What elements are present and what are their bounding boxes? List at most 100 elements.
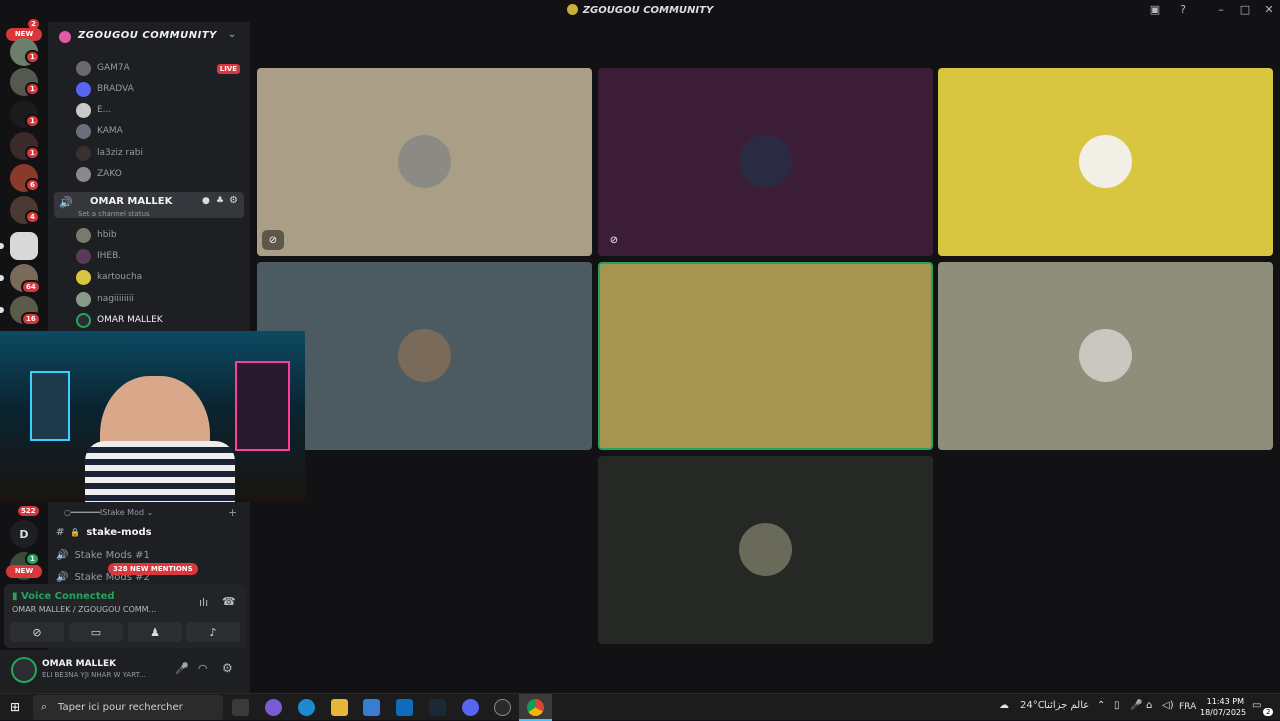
window-title-text: ZGOUGOU COMMUNITY	[582, 5, 714, 16]
user-panel: OMAR MALLEK ELI BE3NA YJI NHAR W YART...…	[0, 650, 250, 693]
headphones-icon[interactable]: ◠	[198, 662, 208, 675]
camera-off-button[interactable]: ⊘	[10, 622, 64, 642]
voice-member[interactable]: E...	[76, 100, 111, 120]
outlook-icon[interactable]	[396, 699, 413, 716]
voice-member[interactable]: BRADVA	[76, 79, 134, 99]
microphone-icon[interactable]: 🎤	[175, 662, 189, 675]
arcade-cabinet	[30, 371, 70, 441]
participant-tile[interactable]	[257, 262, 592, 450]
webcam-stream-overlay[interactable]	[0, 331, 305, 502]
new-pill-bottom[interactable]: NEW	[6, 565, 42, 578]
task-view-icon[interactable]	[232, 699, 249, 716]
member-name: BRADVA	[97, 84, 134, 94]
notification-count: 2	[1263, 708, 1274, 716]
participant-tile[interactable]: ⊘	[257, 68, 592, 256]
voice-member[interactable]: OMAR MALLEK	[76, 310, 163, 330]
server-badge: 522	[16, 504, 41, 518]
server-name[interactable]: ZGOUGOU COMMUNITY	[78, 30, 217, 41]
member-name: kartoucha	[97, 272, 143, 282]
steam-icon[interactable]	[429, 699, 446, 716]
gear-icon[interactable]: ⚙	[229, 195, 238, 206]
avatar[interactable]	[11, 657, 37, 683]
disconnect-icon[interactable]: ☎	[222, 595, 236, 608]
speaker-icon: 🔊	[59, 196, 73, 209]
volume-icon[interactable]: ◁)	[1162, 700, 1174, 711]
weather-text[interactable]: عالم جزائنا	[1044, 700, 1089, 711]
chevron-down-icon[interactable]: ⌄	[228, 29, 236, 40]
hash-icon: #	[56, 526, 65, 538]
maximize-button[interactable]: □	[1235, 3, 1255, 16]
speaker-icon: 🔊	[56, 549, 69, 561]
close-button[interactable]: ✕	[1259, 3, 1279, 16]
file-explorer-icon[interactable]	[331, 699, 348, 716]
participant-tile[interactable]: ⊘	[598, 68, 933, 256]
chevron-up-icon[interactable]: ⌃	[1097, 700, 1105, 711]
avatar	[76, 145, 91, 161]
category-header[interactable]: ○━━━━━━IStake Mod ⌄	[64, 508, 153, 517]
participant-tile[interactable]	[598, 456, 933, 644]
voice-location[interactable]: OMAR MALLEK / ZGOUGOU COMM...	[12, 605, 187, 614]
voice-member[interactable]: nagiiiiiiii	[76, 289, 134, 309]
voice-member[interactable]: IHEB.	[76, 246, 121, 266]
screen-share-button[interactable]: ▭	[69, 622, 123, 642]
participant-avatar	[1079, 135, 1132, 188]
voice-call-grid: ⊘ ⊘	[250, 22, 1280, 693]
minimize-button[interactable]: –	[1211, 3, 1231, 16]
channel-status[interactable]: Set a channel status	[78, 210, 150, 218]
search-placeholder: Taper ici pour rechercher	[58, 702, 183, 713]
server-badge: 1	[25, 82, 40, 96]
store-icon[interactable]	[363, 699, 380, 716]
lock-icon: 🔒	[70, 527, 81, 537]
noise-suppression-icon[interactable]: ılı	[199, 596, 208, 609]
soundboard-button[interactable]: ♪	[186, 622, 240, 642]
participant-tile-speaking[interactable]	[598, 262, 933, 450]
tray-icon[interactable]: ▯	[1114, 700, 1120, 711]
search-box[interactable]: ⌕ Taper ici pour rechercher	[33, 695, 223, 720]
clock[interactable]: 11:43 PM 18/07/2025	[1200, 696, 1246, 718]
server-icon[interactable]	[10, 232, 38, 260]
member-name: la3ziz rabi	[97, 148, 143, 158]
avatar	[76, 166, 91, 182]
dm-server-icon[interactable]: D	[10, 520, 38, 548]
microphone-tray-icon[interactable]: 🎤	[1130, 700, 1142, 711]
chrome-active-tab[interactable]	[519, 694, 552, 721]
unread-pip	[0, 307, 4, 313]
notification-icon[interactable]: ▭	[1252, 700, 1261, 711]
invite-icon[interactable]: ♣	[216, 196, 224, 206]
edge-icon[interactable]	[298, 699, 315, 716]
discord-icon[interactable]	[462, 699, 479, 716]
participant-tile[interactable]	[938, 68, 1273, 256]
voice-channel-name: OMAR MALLEK	[90, 196, 173, 207]
voice-member[interactable]: GAM7A	[76, 58, 130, 78]
user-name: OMAR MALLEK	[42, 659, 117, 669]
activities-button[interactable]: ♟	[128, 622, 182, 642]
speaker-icon: 🔊	[56, 571, 69, 583]
copilot-icon[interactable]	[265, 699, 282, 716]
language-indicator[interactable]: FRA	[1179, 702, 1196, 712]
add-channel-icon[interactable]: +	[228, 506, 237, 519]
windows-start-icon[interactable]: ⊞	[10, 700, 20, 714]
taskbar: ⊞ ⌕ Taper ici pour rechercher ☁ 24°C عالم…	[0, 693, 1280, 721]
chat-icon[interactable]: ●	[202, 196, 210, 206]
chrome-icon	[527, 699, 544, 716]
participant-tile[interactable]	[938, 262, 1273, 450]
help-icon[interactable]: ?	[1173, 3, 1193, 16]
weather-icon[interactable]: ☁	[999, 700, 1009, 711]
voice-member[interactable]: kartoucha	[76, 267, 142, 287]
voice-member[interactable]: ZAKO	[76, 164, 122, 184]
text-channel[interactable]: # 🔒 stake-mods	[56, 522, 152, 542]
inbox-icon[interactable]: ▣	[1145, 3, 1165, 16]
server-logo-icon	[566, 4, 578, 15]
streamer-shirt	[85, 441, 235, 502]
mentions-pill[interactable]: 328 NEW MENTIONS	[108, 563, 198, 575]
camera-off-icon: ⊘	[609, 234, 619, 246]
weather-temp[interactable]: 24°C	[1020, 700, 1045, 711]
obs-icon[interactable]	[494, 699, 511, 716]
user-settings-icon[interactable]: ⚙	[222, 661, 233, 675]
voice-member[interactable]: KAMA	[76, 121, 123, 141]
voice-channel[interactable]: 🔊 Stake Mods #1	[56, 545, 150, 565]
network-icon[interactable]: ⌂	[1146, 700, 1152, 711]
voice-member[interactable]: hbib	[76, 225, 117, 245]
voice-member[interactable]: la3ziz rabi	[76, 143, 143, 163]
camera-off-icon: ⊘	[262, 230, 284, 250]
